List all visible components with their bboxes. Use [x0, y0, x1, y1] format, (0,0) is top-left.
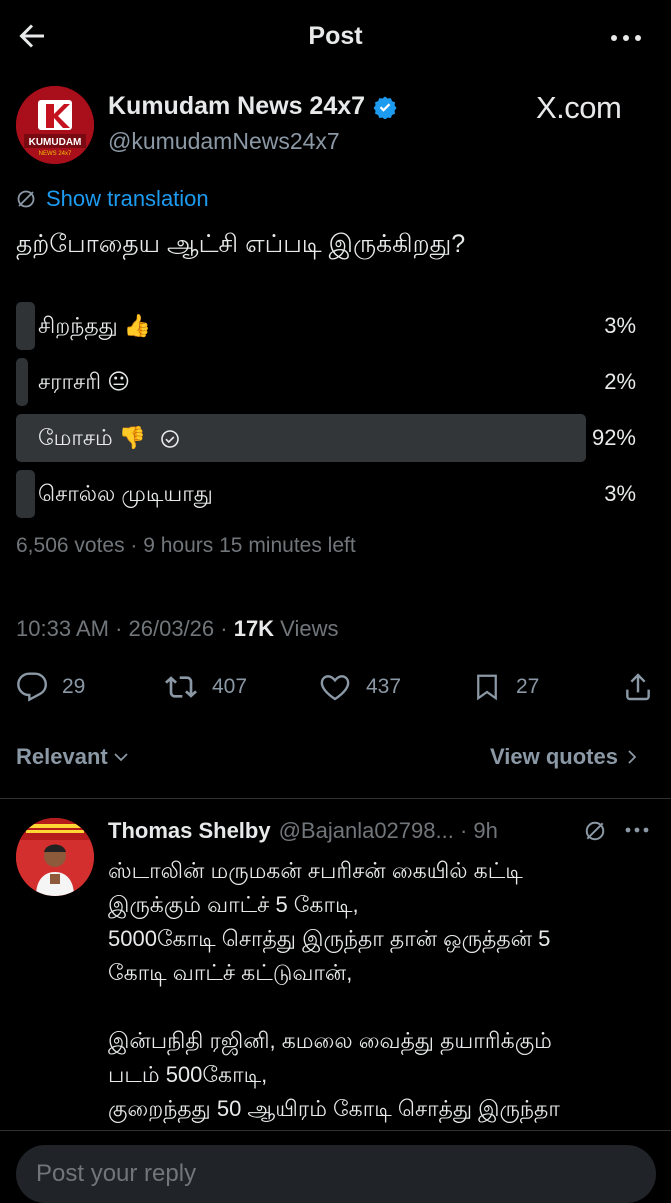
divider: [0, 798, 671, 799]
post-timestamp: 10:33 AM · 26/03/26 ·: [16, 616, 234, 641]
poll-option-percent: 3%: [604, 481, 636, 506]
share-button[interactable]: [622, 670, 654, 704]
post-timestamp-row: 10:33 AM · 26/03/26 · 17K Views: [16, 616, 338, 642]
repost-count: 407: [212, 675, 248, 698]
view-quotes-link[interactable]: View quotes: [490, 744, 640, 770]
reply-input[interactable]: Post your reply: [16, 1145, 656, 1203]
avatar-logo-subtext: NEWS 24x7: [39, 151, 72, 157]
chevron-right-icon: [624, 748, 640, 766]
poll-bar: [16, 358, 29, 406]
view-quotes-label: View quotes: [490, 744, 618, 769]
bookmark-count: 27: [516, 675, 540, 698]
reply-line: 5000கோடி சொத்து இருந்தா தான் ஒருத்தன் 5: [108, 926, 551, 951]
show-translation-link[interactable]: Show translation: [16, 186, 209, 212]
reply-translate-icon: [584, 820, 606, 842]
reply-icon: [16, 671, 48, 703]
poll-option-percent: 92%: [591, 425, 636, 450]
poll-option-text: மோசம் 👎: [38, 425, 147, 450]
verified-badge-icon: [373, 95, 397, 119]
poll-meta: 6,506 votes · 9 hours 15 minutes left: [16, 534, 356, 557]
author-name[interactable]: Kumudam News 24x7: [108, 92, 365, 121]
poll-option-1[interactable]: சிறந்தது 👍 3%: [16, 302, 636, 350]
reply-more-icon[interactable]: [622, 818, 652, 842]
repost-icon: [164, 671, 198, 703]
poll-option-label: சராசரி 😐: [38, 369, 131, 394]
share-icon: [622, 671, 654, 703]
like-button[interactable]: 437: [318, 670, 401, 704]
reply-avatar[interactable]: [16, 818, 94, 896]
more-options-icon[interactable]: [606, 20, 646, 56]
reply-author-handle[interactable]: @Bajanla02798... · 9h: [279, 818, 498, 844]
poll-option-3[interactable]: மோசம் 👎 92%: [16, 414, 636, 462]
poll-option-percent: 3%: [604, 313, 636, 338]
reply-line-gap: [108, 990, 648, 1024]
reply-text: ஸ்டாலின் மருமகன் சபரிசன் கையில் கட்டி இர…: [108, 854, 648, 1126]
post-text: தற்போதைய ஆட்சி எப்படி இருக்கிறது?: [16, 230, 466, 258]
bookmark-button[interactable]: 27: [472, 670, 539, 704]
author-avatar[interactable]: KUMUDAM NEWS 24x7: [16, 86, 94, 164]
reply-line: குறைந்தது 50 ஆயிரம் கோடி சொத்து இருந்தா: [108, 1096, 560, 1121]
poll-option-label: சிறந்தது 👍: [38, 313, 152, 338]
show-translation-label[interactable]: Show translation: [46, 186, 209, 212]
reply-author-name[interactable]: Thomas Shelby: [108, 818, 271, 844]
bookmark-icon: [472, 671, 502, 703]
check-circle-icon: [160, 429, 180, 449]
poll-option-4[interactable]: சொல்ல முடியாது 3%: [16, 470, 636, 518]
chevron-down-icon: [112, 748, 130, 766]
sort-relevant-dropdown[interactable]: Relevant: [16, 744, 130, 770]
poll-bar: [16, 470, 35, 518]
heart-icon: [318, 671, 352, 703]
views-label: Views: [274, 616, 339, 641]
reply-composer-bar: Post your reply: [0, 1130, 671, 1203]
poll-option-2[interactable]: சராசரி 😐 2%: [16, 358, 636, 406]
poll-option-percent: 2%: [604, 369, 636, 394]
page-title: Post: [308, 22, 363, 50]
poll-option-label: மோசம் 👎: [38, 414, 180, 462]
author-handle[interactable]: @kumudamNews24x7: [108, 128, 340, 155]
reply-line: இருக்கும் வாட்ச் 5 கோடி,: [108, 892, 359, 917]
reply-header: Thomas Shelby @Bajanla02798... · 9h: [108, 818, 498, 844]
avatar-logo-text: KUMUDAM: [29, 137, 82, 148]
reply-line: ஸ்டாலின் மருமகன் சபரிசன் கையில் கட்டி: [108, 858, 523, 883]
sort-label: Relevant: [16, 744, 108, 769]
reply-line: படம் 500கோடி,: [108, 1062, 268, 1087]
reply-line: கோடி வாட்ச் கட்டுவான்,: [108, 960, 353, 985]
poll-option-label: சொல்ல முடியாது: [38, 481, 213, 506]
translate-icon: [16, 189, 36, 209]
reply-line: இன்பநிதி ரஜினி, கமலை வைத்து தயாரிக்கும்: [108, 1028, 552, 1053]
author-name-row[interactable]: Kumudam News 24x7: [108, 92, 397, 121]
views-count: 17K: [233, 616, 275, 641]
poll-bar: [16, 302, 35, 350]
reply-count: 29: [62, 675, 86, 698]
watermark-text: X.com: [536, 90, 622, 125]
like-count: 437: [366, 675, 402, 698]
repost-button[interactable]: 407: [164, 670, 247, 704]
reply-button[interactable]: 29: [16, 670, 85, 704]
